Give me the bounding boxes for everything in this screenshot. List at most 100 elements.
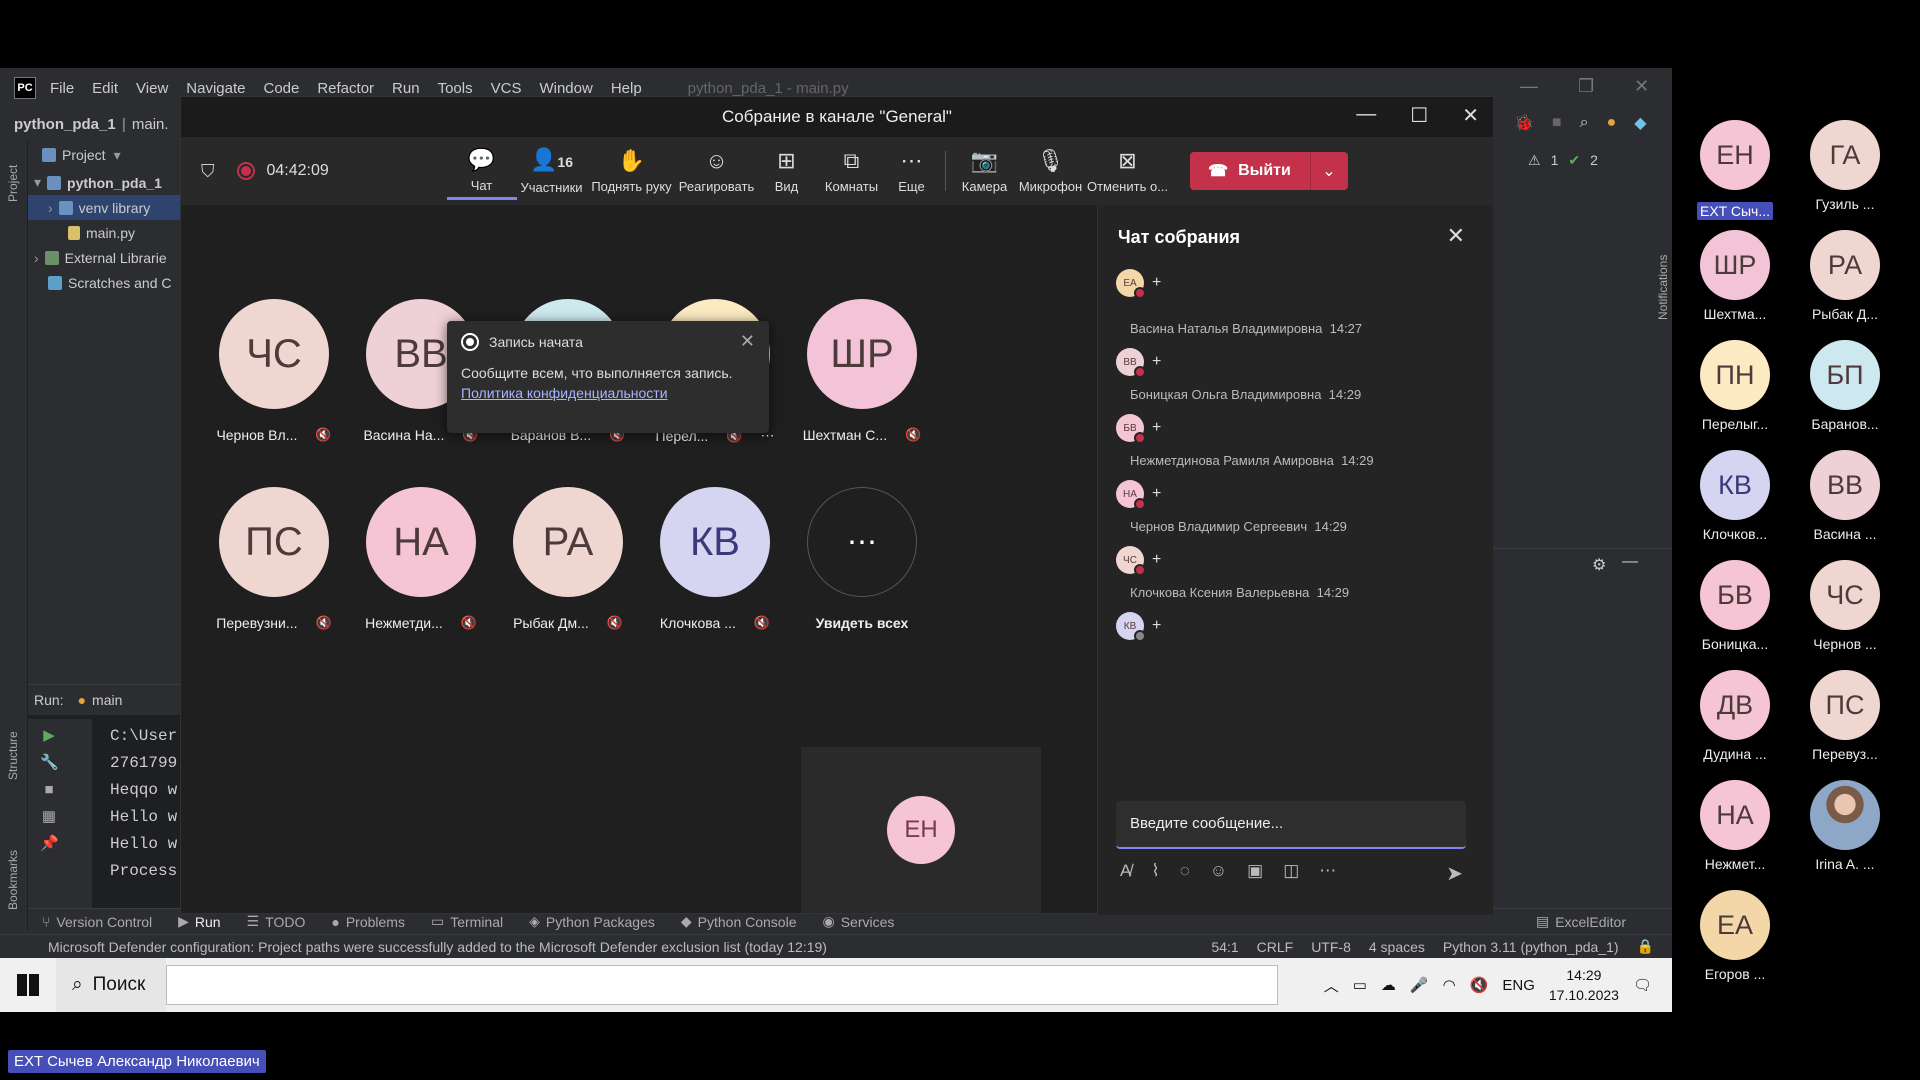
taskbar-search-field[interactable] (166, 965, 1278, 1005)
tree-item-root[interactable]: ▾ python_pda_1 (28, 170, 180, 195)
lock-icon[interactable]: 🔒 (1637, 938, 1654, 955)
participant-tile[interactable]: ЧС Чернов Вл... 🔇 (189, 299, 359, 449)
tool-python-packages[interactable]: ◈ Python Packages (529, 913, 655, 930)
strip-participant[interactable]: БП Баранов... (1790, 340, 1900, 432)
language-indicator[interactable]: ENG (1502, 977, 1535, 994)
windows-start-icon[interactable] (0, 958, 56, 1012)
taskbar-search[interactable]: ⌕ Поиск (56, 958, 166, 1012)
strip-participant[interactable]: ДВ Дудина ... (1680, 670, 1790, 762)
see-all-tile[interactable]: ⋯ Увидеть всех (777, 487, 947, 637)
tree-item-main[interactable]: main.py (28, 220, 180, 245)
ide-restore-icon[interactable]: ❐ (1578, 76, 1594, 100)
project-panel-title[interactable]: Project (62, 147, 106, 163)
settings-icon[interactable]: ⚙ (1592, 555, 1606, 575)
tool-excel-editor[interactable]: ▤ ExcelEditor (1536, 913, 1626, 930)
participant-tile[interactable]: РА Рыбак Дм... 🔇 (483, 487, 653, 637)
menu-help[interactable]: Help (611, 80, 642, 97)
run-config-tab[interactable]: main (92, 692, 122, 708)
participant-tile[interactable]: ПС Перевузни... 🔇 (189, 487, 359, 637)
toolbar-chat-button[interactable]: 💬 Чат (446, 148, 517, 200)
tree-item-venv[interactable]: › venv library (28, 195, 180, 220)
python-interpreter[interactable]: Python 3.11 (python_pda_1) (1443, 939, 1619, 955)
close-icon[interactable]: ✕ (1462, 103, 1479, 128)
menu-code[interactable]: Code (263, 80, 299, 97)
tool-services[interactable]: ◉ Services (822, 913, 894, 930)
rerun-icon[interactable]: ▶ (40, 727, 58, 745)
strip-participant[interactable]: ЕА Егоров ... (1680, 890, 1790, 982)
gif-icon[interactable]: ▣ (1247, 861, 1263, 881)
debug-icon[interactable]: 🐞 (1514, 113, 1534, 133)
toolbar-view-button[interactable]: ⊞ Вид (757, 148, 817, 194)
strip-participant[interactable]: ЕН EXT Сыч... (1680, 120, 1790, 220)
taskbar-clock[interactable]: 14:29 17.10.2023 (1549, 965, 1619, 1005)
ide-minimize-icon[interactable]: — (1520, 76, 1538, 100)
tool-todo[interactable]: ☰ TODO (247, 913, 306, 930)
chevron-down-icon[interactable]: ▾ (114, 147, 121, 164)
toolbar-raise-hand-button[interactable]: ✋ Поднять руку (587, 148, 677, 194)
emoji-icon[interactable]: ☺ (1210, 861, 1227, 881)
tree-item-scratches[interactable]: Scratches and C (28, 270, 180, 295)
line-separator[interactable]: CRLF (1257, 939, 1294, 955)
menu-navigate[interactable]: Navigate (186, 80, 245, 97)
strip-participant[interactable]: БВ Боницка... (1680, 560, 1790, 652)
tool-run[interactable]: ▶ Run (178, 913, 220, 930)
strip-participant[interactable]: ЧС Чернов ... (1790, 560, 1900, 652)
menu-refactor[interactable]: Refactor (317, 80, 374, 97)
menu-run[interactable]: Run (392, 80, 420, 97)
update-icon[interactable]: ● (1607, 114, 1617, 132)
participant-tile[interactable]: ШР Шехтман С... 🔇 (777, 299, 947, 449)
hide-panel-icon[interactable]: — (1622, 553, 1638, 571)
shield-icon[interactable]: ⛉ (201, 161, 215, 182)
participant-tile[interactable]: НА Нежметди... 🔇 (336, 487, 506, 637)
privacy-policy-link[interactable]: Политика конфиденциальности (461, 385, 755, 401)
strip-participant[interactable]: ПН Перелыг... (1680, 340, 1790, 432)
add-reaction-icon[interactable]: + (1152, 551, 1161, 569)
chat-message-input[interactable]: Введите сообщение... (1116, 801, 1466, 849)
add-reaction-icon[interactable]: + (1152, 419, 1161, 437)
status-message[interactable]: Microsoft Defender configuration: Projec… (48, 939, 1211, 955)
strip-participant[interactable]: КВ Клочков... (1680, 450, 1790, 542)
plugin-icon[interactable]: ◆ (1634, 113, 1646, 133)
add-reaction-icon[interactable]: + (1152, 353, 1161, 371)
structure-tool-label[interactable]: Structure (6, 731, 20, 780)
toolbar-react-button[interactable]: ☺ Реагировать (677, 148, 757, 194)
leave-options-button[interactable]: ⌄ (1309, 152, 1348, 190)
add-reaction-icon[interactable]: + (1152, 274, 1161, 292)
battery-icon[interactable]: ▭ (1353, 976, 1367, 994)
breadcrumb-file[interactable]: main. (132, 116, 169, 133)
menu-edit[interactable]: Edit (92, 80, 118, 97)
project-tool-label[interactable]: Project (6, 165, 20, 202)
notifications-icon[interactable]: 🗨 (1633, 976, 1652, 994)
microphone-toggle-button[interactable]: 🎙 Микрофон (1016, 148, 1086, 194)
strip-participant[interactable]: ШР Шехтма... (1680, 230, 1790, 322)
bookmarks-tool-label[interactable]: Bookmarks (6, 850, 20, 910)
leave-button[interactable]: ☎ Выйти (1189, 152, 1310, 190)
wrench-icon[interactable]: 🔧 (40, 754, 59, 772)
more-icon[interactable]: ⋯ (1319, 861, 1336, 881)
toolbar-rooms-button[interactable]: ⧉ Комнаты (817, 148, 887, 194)
layout-icon[interactable]: ▦ (40, 808, 58, 826)
toolbar-more-button[interactable]: ⋯ Еще (887, 148, 937, 194)
microphone-icon[interactable]: 🎤 (1410, 976, 1429, 994)
onedrive-icon[interactable]: ☁ (1381, 976, 1396, 994)
file-encoding[interactable]: UTF-8 (1311, 939, 1351, 955)
maximize-icon[interactable]: ☐ (1410, 103, 1428, 128)
menu-file[interactable]: File (50, 80, 74, 97)
tree-item-external[interactable]: › External Librarie (28, 245, 180, 270)
menu-window[interactable]: Window (539, 80, 592, 97)
format-icon[interactable]: A̸ (1120, 861, 1131, 881)
add-reaction-icon[interactable]: + (1152, 617, 1161, 635)
caret-position[interactable]: 54:1 (1211, 939, 1238, 955)
indent-setting[interactable]: 4 spaces (1369, 939, 1425, 955)
menu-vcs[interactable]: VCS (491, 80, 522, 97)
tool-python-console[interactable]: ◆ Python Console (681, 913, 797, 930)
menu-view[interactable]: View (136, 80, 168, 97)
stop-icon[interactable]: ■ (1552, 114, 1562, 132)
add-reaction-icon[interactable]: + (1152, 485, 1161, 503)
wifi-icon[interactable]: ◠ (1443, 976, 1456, 994)
pin-icon[interactable]: 📌 (40, 835, 59, 853)
toolbar-participants-button[interactable]: 👤16 Участники (517, 147, 587, 195)
self-view[interactable]: ЕН (801, 747, 1041, 913)
participant-tile[interactable]: КВ Клочкова ... 🔇 (630, 487, 800, 637)
ide-close-icon[interactable]: ✕ (1634, 76, 1649, 100)
